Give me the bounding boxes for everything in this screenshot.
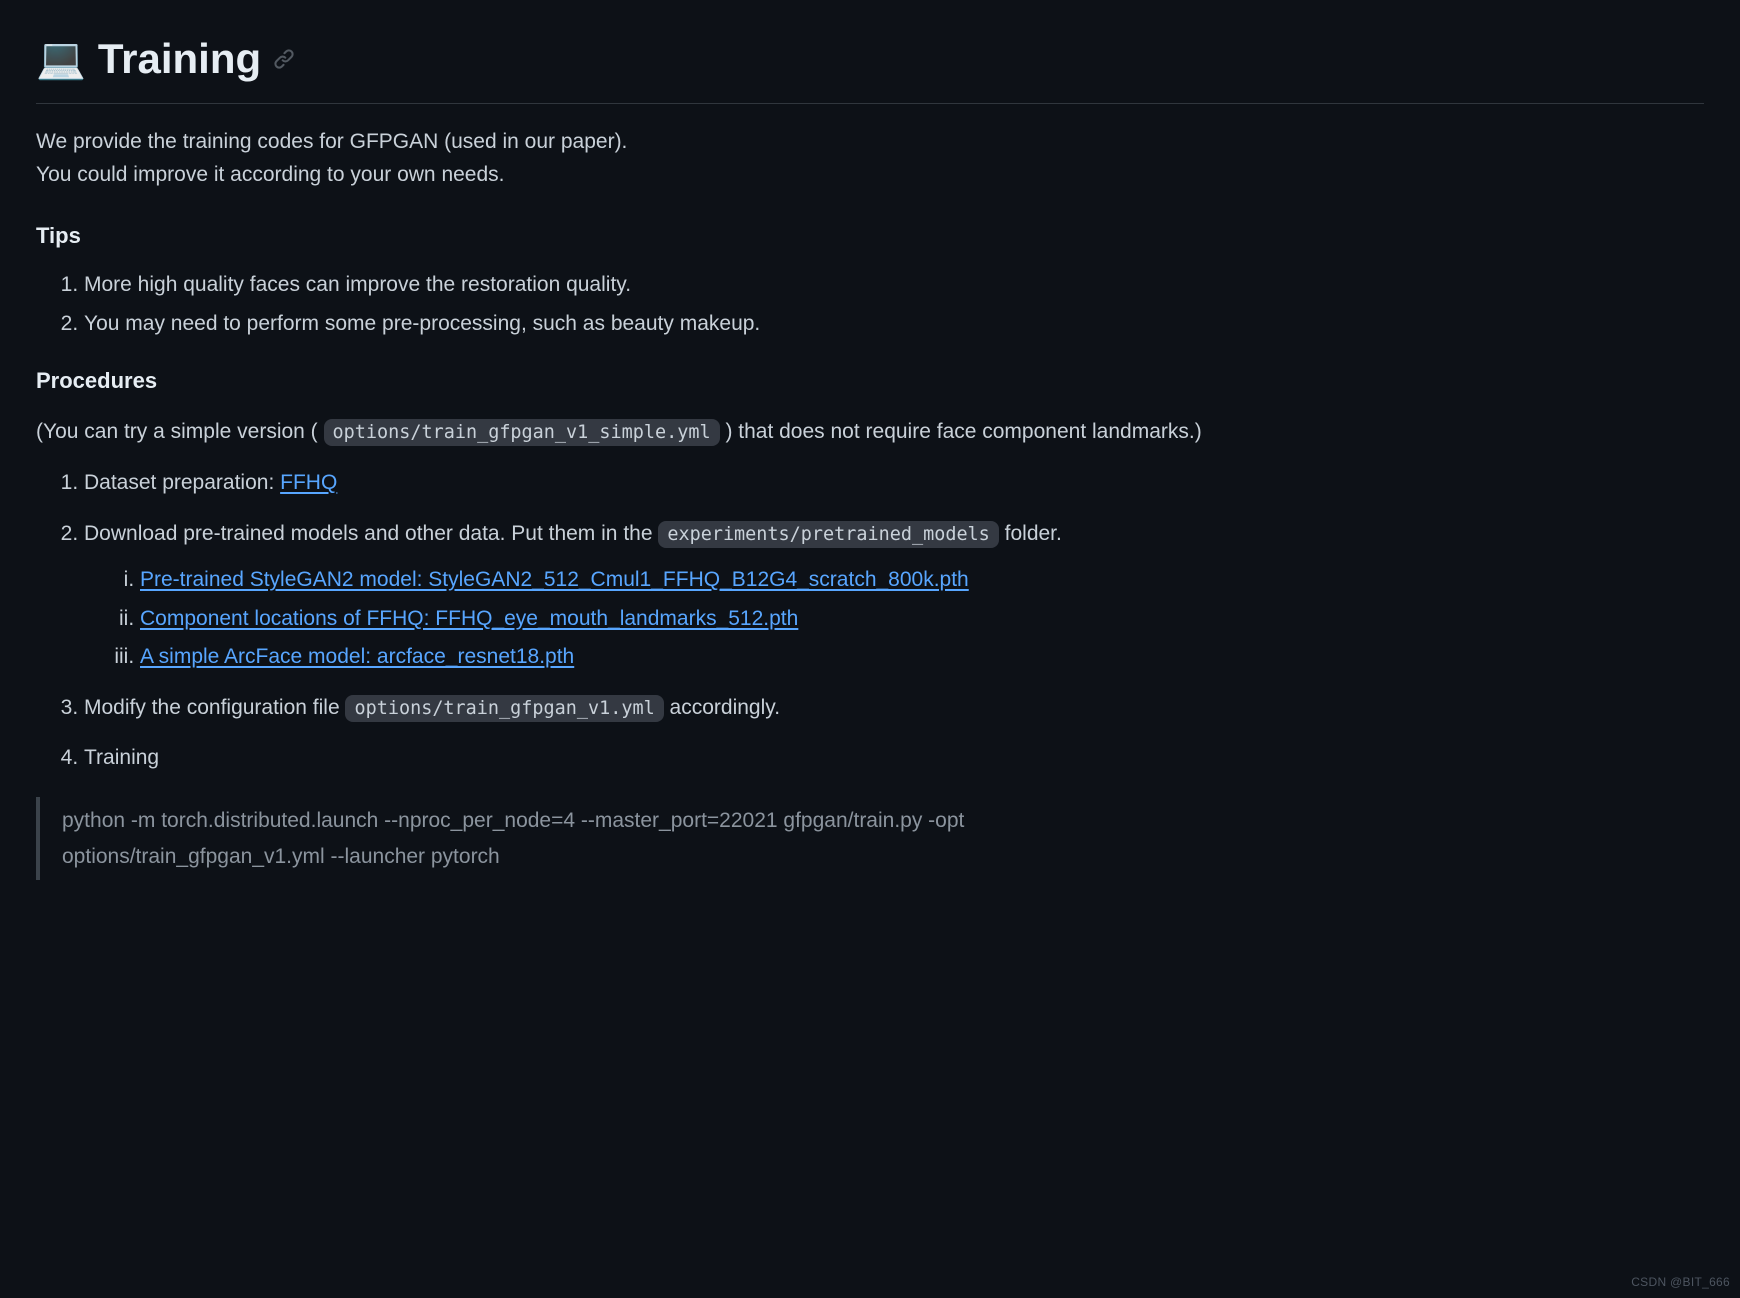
list-item: You may need to perform some pre-process… <box>84 308 1704 341</box>
note-code: options/train_gfpgan_v1_simple.yml <box>324 419 720 446</box>
list-item: Component locations of FFHQ: FFHQ_eye_mo… <box>140 603 1704 636</box>
list-item: Download pre-trained models and other da… <box>84 518 1704 674</box>
watermark: CSDN @BIT_666 <box>1631 1273 1730 1292</box>
intro-line-2: You could improve it according to your o… <box>36 163 505 186</box>
step2-code: experiments/pretrained_models <box>658 521 998 548</box>
tips-list: More high quality faces can improve the … <box>36 269 1704 340</box>
note-post: ) that does not require face component l… <box>725 420 1201 443</box>
step3-post: accordingly. <box>664 696 780 719</box>
ffhq-link[interactable]: FFHQ <box>280 471 337 494</box>
intro-line-1: We provide the training codes for GFPGAN… <box>36 130 627 153</box>
step4-text: Training <box>84 746 159 769</box>
pretrained-sublist: Pre-trained StyleGAN2 model: StyleGAN2_5… <box>84 564 1704 674</box>
tips-heading: Tips <box>36 219 1704 253</box>
laptop-icon: 💻 <box>36 39 86 79</box>
section-title-text: Training <box>98 26 261 91</box>
step2-pre: Download pre-trained models and other da… <box>84 522 658 545</box>
list-item: Dataset preparation: FFHQ <box>84 467 1704 500</box>
list-item: Training <box>84 742 1704 775</box>
section-heading: 💻 Training <box>36 26 1704 104</box>
arcface-link[interactable]: A simple ArcFace model: arcface_resnet18… <box>140 645 574 668</box>
list-item: More high quality faces can improve the … <box>84 269 1704 302</box>
list-item: Pre-trained StyleGAN2 model: StyleGAN2_5… <box>140 564 1704 597</box>
ffhq-landmarks-link[interactable]: Component locations of FFHQ: FFHQ_eye_mo… <box>140 607 798 630</box>
procedures-list: Dataset preparation: FFHQ Download pre-t… <box>36 467 1704 775</box>
step3-pre: Modify the configuration file <box>84 696 345 719</box>
note-pre: (You can try a simple version ( <box>36 420 318 443</box>
stylegan2-link[interactable]: Pre-trained StyleGAN2 model: StyleGAN2_5… <box>140 568 969 591</box>
training-command-block: python -m torch.distributed.launch --npr… <box>36 797 1704 880</box>
procedures-heading: Procedures <box>36 364 1704 398</box>
step3-code: options/train_gfpgan_v1.yml <box>345 695 663 722</box>
intro-paragraph: We provide the training codes for GFPGAN… <box>36 126 1704 191</box>
cmd-line-1: python -m torch.distributed.launch --npr… <box>62 809 964 832</box>
step2-post: folder. <box>999 522 1062 545</box>
anchor-link-icon[interactable] <box>273 48 295 70</box>
cmd-line-2: options/train_gfpgan_v1.yml --launcher p… <box>62 845 500 868</box>
step1-pre: Dataset preparation: <box>84 471 280 494</box>
readme-section: 💻 Training We provide the training codes… <box>0 0 1740 904</box>
procedures-note: (You can try a simple version ( options/… <box>36 416 1704 449</box>
list-item: A simple ArcFace model: arcface_resnet18… <box>140 641 1704 674</box>
list-item: Modify the configuration file options/tr… <box>84 692 1704 725</box>
